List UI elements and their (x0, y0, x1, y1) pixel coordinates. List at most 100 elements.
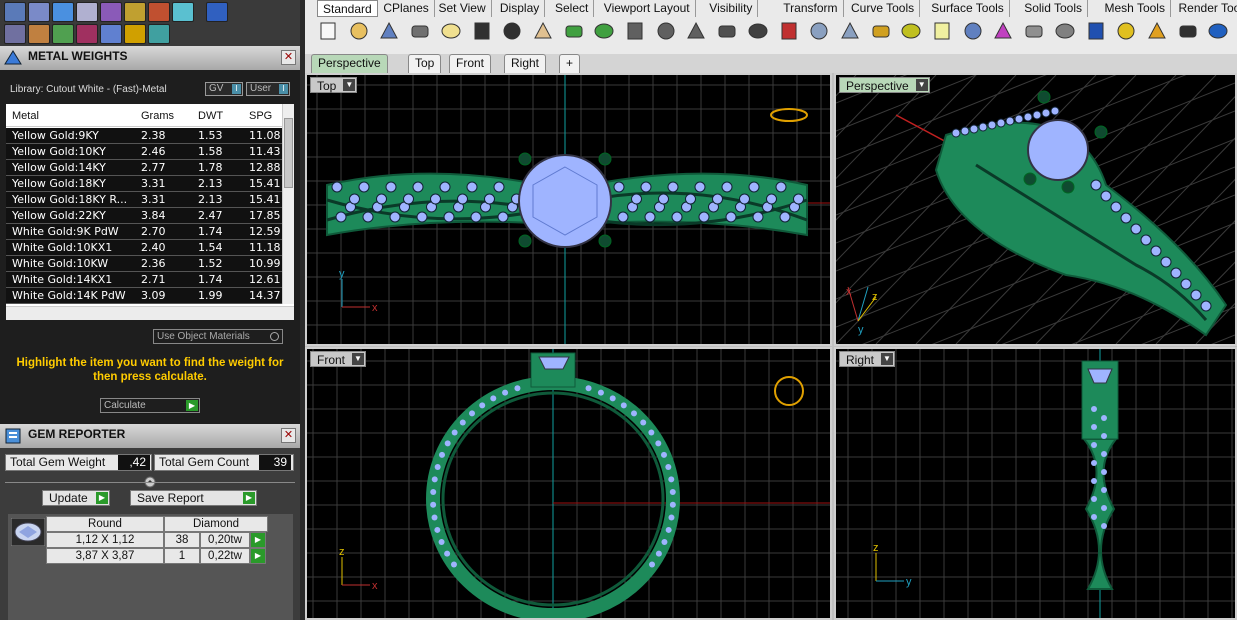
table-row[interactable]: White Gold:10KW 2.36 1.52 10.99 (6, 256, 282, 272)
gear-icon[interactable] (1146, 20, 1168, 42)
tool-button-icon[interactable] (52, 2, 74, 22)
viewport-label[interactable]: Right ▼ (839, 351, 896, 367)
render-sphere-icon[interactable] (1085, 20, 1107, 42)
rotate-view-icon[interactable] (716, 20, 738, 42)
user-toggle[interactable]: User I (246, 82, 290, 96)
rendered-icon[interactable] (1054, 20, 1076, 42)
close-icon[interactable]: ✕ (281, 428, 296, 443)
table-row[interactable]: Yellow Gold:22KY 3.84 2.47 17.85 (6, 208, 282, 224)
four-view-icon[interactable] (747, 20, 769, 42)
radio-icon[interactable] (270, 332, 279, 341)
tool-button-icon[interactable] (4, 2, 26, 22)
light-bulb-icon[interactable] (931, 20, 953, 42)
front-viewport[interactable]: zx Front ▼ (305, 347, 832, 620)
viewport-label[interactable]: Top ▼ (310, 77, 358, 93)
update-button[interactable]: Update ▶ (42, 490, 110, 506)
table-row[interactable]: Yellow Gold:14KY 2.77 1.78 12.88 (6, 160, 282, 176)
viewport-tab-front[interactable]: Front (449, 54, 492, 73)
chevron-down-icon[interactable]: ▼ (881, 353, 894, 365)
calculate-button[interactable]: Calculate ▶ (100, 398, 200, 413)
scroll-thumb[interactable] (284, 118, 293, 188)
toolbar-tab-set-view[interactable]: Set View (434, 0, 492, 17)
column-header-dwt[interactable]: DWT (198, 110, 223, 122)
shade-icon[interactable] (1023, 20, 1045, 42)
select-gem-button[interactable]: ▶ (250, 548, 266, 564)
column-header-grams[interactable]: Grams (141, 110, 174, 122)
chevron-down-icon[interactable]: ▼ (352, 353, 365, 365)
undo-icon[interactable] (471, 20, 493, 42)
pointer-icon[interactable] (1115, 20, 1137, 42)
properties-icon[interactable] (962, 20, 984, 42)
table-row[interactable]: White Gold:9K PdW 2.70 1.74 12.59 (6, 224, 282, 240)
right-viewport[interactable]: zy Right ▼ (834, 347, 1237, 620)
tool-button-icon[interactable] (206, 2, 228, 22)
tool-button-icon[interactable] (76, 24, 98, 44)
toolbar-tab-solid-tools[interactable]: Solid Tools (1019, 0, 1089, 17)
toolbar-tab-render-tools[interactable]: Render Tools (1174, 0, 1237, 17)
metal-table-vscroll[interactable] (282, 104, 294, 304)
close-icon[interactable]: ✕ (281, 50, 296, 65)
table-row[interactable]: Yellow Gold:18KY R... 3.31 2.13 15.41 (6, 192, 282, 208)
color-wheel-icon[interactable] (992, 20, 1014, 42)
table-row[interactable]: White Gold:10KX1 2.40 1.54 11.18 (6, 240, 282, 256)
tool-button-icon[interactable] (124, 2, 146, 22)
toolbar-tab-standard[interactable]: Standard (317, 0, 378, 17)
tool-button-icon[interactable] (28, 24, 50, 44)
save-report-button[interactable]: Save Report ▶ (130, 490, 257, 506)
toolbar-tab-viewport-layout[interactable]: Viewport Layout (599, 0, 696, 17)
hide-icon[interactable] (808, 20, 830, 42)
clipboard-icon[interactable] (440, 20, 462, 42)
toolbar-tab-select[interactable]: Select (550, 0, 595, 17)
redo-icon[interactable] (501, 20, 523, 42)
tool-button-icon[interactable] (100, 2, 122, 22)
tool-button-icon[interactable] (124, 24, 146, 44)
gv-toggle[interactable]: GV I (205, 82, 243, 96)
pan-hand-icon[interactable] (532, 20, 554, 42)
tool-button-icon[interactable] (52, 24, 74, 44)
toolbar-tab-mesh-tools[interactable]: Mesh Tools (1100, 0, 1171, 17)
toolbar-tab-transform[interactable]: Transform (778, 0, 844, 17)
lock-icon[interactable] (870, 20, 892, 42)
viewport-label[interactable]: Front ▼ (310, 351, 367, 367)
snap-icon[interactable] (1177, 20, 1199, 42)
add-viewport-tab[interactable]: + (559, 54, 581, 73)
column-header-metal[interactable]: Metal (12, 110, 39, 122)
show-icon[interactable] (839, 20, 861, 42)
car-icon[interactable] (778, 20, 800, 42)
help-icon[interactable] (1207, 20, 1229, 42)
top-viewport[interactable]: yx Top ▼ (305, 73, 832, 346)
tool-button-icon[interactable] (148, 24, 170, 44)
toolbar-tab-display[interactable]: Display (495, 0, 546, 17)
tool-button-icon[interactable] (28, 2, 50, 22)
table-row[interactable]: Yellow Gold:18KY 3.31 2.13 15.41 (6, 176, 282, 192)
chevron-down-icon[interactable]: ▼ (343, 79, 356, 91)
table-row[interactable]: White Gold:14K PdW 3.09 1.99 14.37 (6, 288, 282, 304)
metal-table-hscroll[interactable] (6, 306, 294, 320)
chevron-down-icon[interactable]: ▼ (915, 79, 928, 91)
zoom-in-icon[interactable] (593, 20, 615, 42)
viewport-label[interactable]: Perspective ▼ (839, 77, 930, 93)
table-row[interactable]: Yellow Gold:10KY 2.46 1.58 11.43 (6, 144, 282, 160)
table-row[interactable]: White Gold:14KX1 2.71 1.74 12.61 (6, 272, 282, 288)
move-icon[interactable] (563, 20, 585, 42)
new-icon[interactable] (317, 20, 339, 42)
user-toggle-switch[interactable]: I (279, 84, 288, 94)
gv-toggle-switch[interactable]: I (232, 84, 241, 94)
layer-icon[interactable] (900, 20, 922, 42)
column-header-spg[interactable]: SPG (249, 110, 272, 122)
perspective-viewport[interactable]: z x y Perspective ▼ (834, 73, 1237, 346)
toolbar-tab-visibility[interactable]: Visibility (704, 0, 759, 17)
tool-button-icon[interactable] (148, 2, 170, 22)
zoom-selected-icon[interactable] (685, 20, 707, 42)
viewport-tab-top[interactable]: Top (408, 54, 442, 73)
tool-button-icon[interactable] (76, 2, 98, 22)
viewport-tab-perspective[interactable]: Perspective (311, 54, 388, 73)
zoom-window-icon[interactable] (624, 20, 646, 42)
toolbar-tab-curve-tools[interactable]: Curve Tools (846, 0, 921, 17)
save-icon[interactable] (378, 20, 400, 42)
select-gem-button[interactable]: ▶ (250, 532, 266, 548)
tool-button-icon[interactable] (4, 24, 26, 44)
toolbar-tab-surface-tools[interactable]: Surface Tools (926, 0, 1010, 17)
open-icon[interactable] (348, 20, 370, 42)
zoom-extents-icon[interactable] (655, 20, 677, 42)
